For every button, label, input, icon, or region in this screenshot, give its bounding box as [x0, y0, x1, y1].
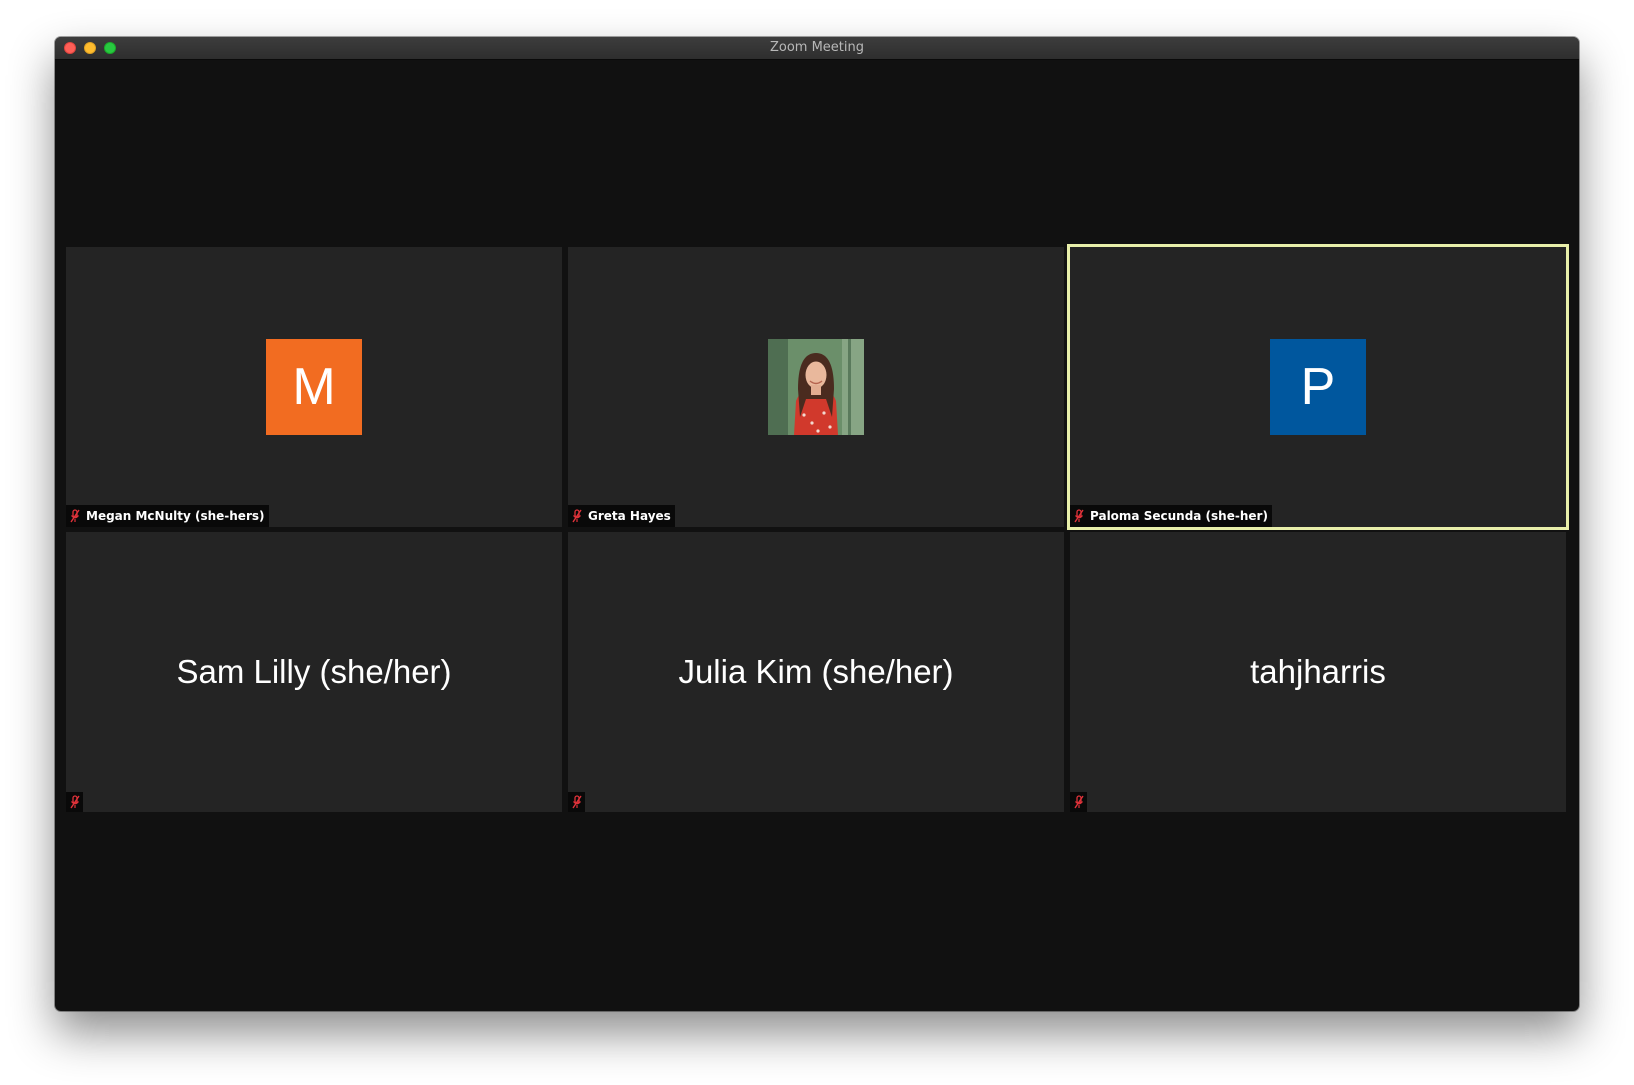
participant-name: Paloma Secunda (she-her): [1090, 509, 1268, 523]
microphone-muted-icon: [70, 509, 80, 523]
participant-name: Greta Hayes: [588, 509, 671, 523]
participant-name-label: Megan McNulty (she-hers): [66, 505, 269, 527]
participant-tile-julia[interactable]: Julia Kim (she/her): [568, 532, 1064, 812]
participant-name-label: Paloma Secunda (she-her): [1070, 505, 1272, 527]
title-bar: Zoom Meeting: [55, 37, 1579, 60]
avatar: M: [266, 339, 362, 435]
participant-tile-paloma[interactable]: P Paloma Secunda (she-her): [1070, 247, 1566, 527]
participant-tile-megan[interactable]: M Megan McNulty (she-hers): [66, 247, 562, 527]
microphone-muted-icon: [1074, 509, 1084, 523]
mute-indicator: [568, 792, 585, 812]
avatar-photo: [768, 339, 864, 435]
participant-display-name: Julia Kim (she/her): [678, 653, 954, 690]
participant-tile-sam[interactable]: Sam Lilly (she/her): [66, 532, 562, 812]
avatar-letter: P: [1300, 358, 1336, 416]
mute-indicator: [1070, 792, 1087, 812]
microphone-muted-icon: [1073, 795, 1084, 809]
participant-display-name: Sam Lilly (she/her): [176, 653, 452, 690]
profile-photo-icon: [768, 339, 864, 435]
participant-name-label: Greta Hayes: [568, 505, 675, 527]
participant-display-name: tahjharris: [1250, 653, 1386, 690]
microphone-muted-icon: [571, 795, 582, 809]
participant-tile-greta[interactable]: Greta Hayes: [568, 247, 1064, 527]
avatar-letter: M: [292, 358, 336, 416]
mute-indicator: [66, 792, 83, 812]
avatar: P: [1270, 339, 1366, 435]
participant-tile-tahj[interactable]: tahjharris: [1070, 532, 1566, 812]
microphone-muted-icon: [572, 509, 582, 523]
microphone-muted-icon: [69, 795, 80, 809]
window-title: Zoom Meeting: [769, 40, 865, 55]
zoom-meeting-window: Zoom Meeting M Megan McNulty (she-hers): [55, 37, 1579, 1011]
participant-name: Megan McNulty (she-hers): [86, 509, 265, 523]
